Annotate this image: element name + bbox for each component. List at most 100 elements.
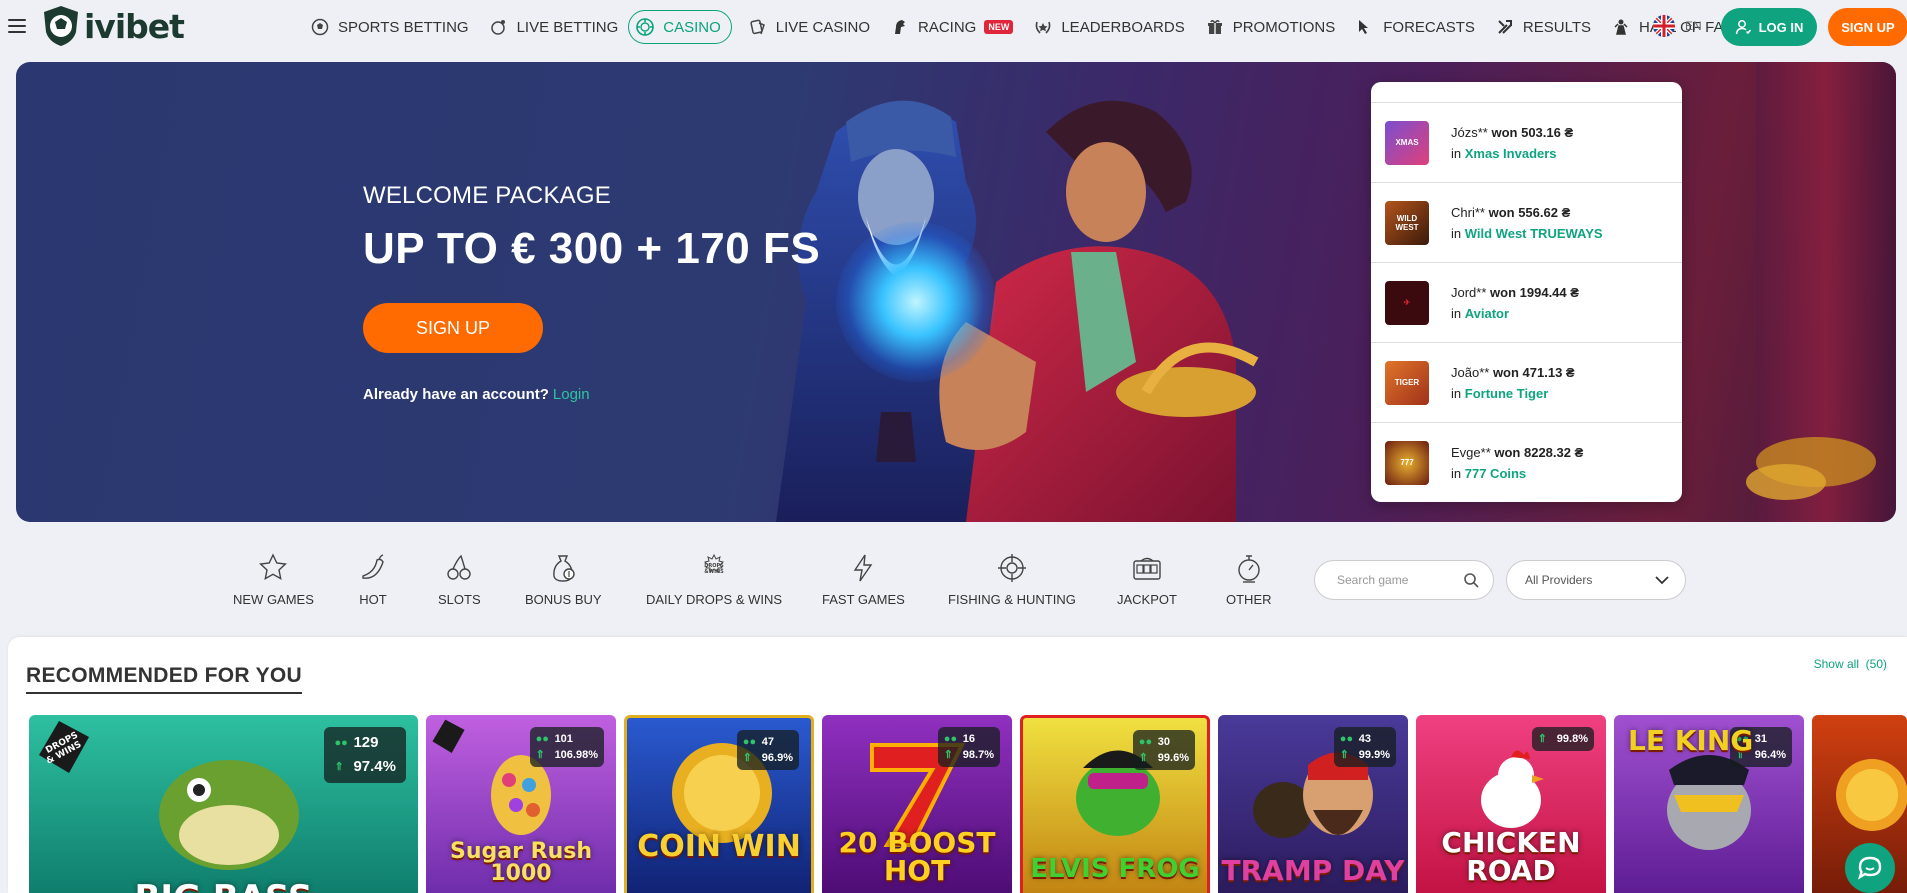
live-ball-icon: [489, 17, 509, 37]
winner-row[interactable]: WILD WEST Chri** won 556.62 ₴ in Wild Wes…: [1371, 182, 1682, 262]
winner-amount: won 1994.44 ₴: [1490, 284, 1579, 300]
nav-label: PROMOTIONS: [1232, 18, 1336, 36]
winner-game-thumb: ✈: [1385, 280, 1429, 325]
category-jackpot[interactable]: JACKPOT: [1117, 552, 1177, 607]
winner-game[interactable]: Wild West TRUEWAYS: [1465, 226, 1603, 241]
game-tile[interactable]: ●● 47 ⇑ 96.9% COIN WIN: [624, 715, 814, 893]
new-badge: NEW: [984, 20, 1014, 34]
rtp-value: 99.8%: [1556, 733, 1588, 745]
winner-amount: won 556.62 ₴: [1488, 204, 1571, 220]
winner-game-thumb: WILD WEST: [1385, 200, 1429, 245]
winner-row[interactable]: ✈ Jord** won 1994.44 ₴ in Aviator: [1371, 262, 1682, 342]
logo-shield-icon: [44, 6, 78, 46]
hero-headline: UP TO € 300 + 170 FS: [363, 224, 821, 273]
category-label: FAST GAMES: [822, 592, 905, 607]
game-tile[interactable]: ●● 101 ⇑ 106.98% Sugar Rush 1000: [426, 715, 616, 893]
login-button[interactable]: LOG IN: [1721, 8, 1817, 46]
nav-casino[interactable]: CASINO: [628, 10, 732, 44]
game-title: TRAMP DAY: [1221, 854, 1405, 887]
players-count: 47: [761, 736, 775, 748]
gift-icon: [1205, 17, 1225, 37]
nav-forecasts[interactable]: FORECASTS: [1345, 10, 1485, 44]
category-label: BONUS BUY: [525, 592, 602, 607]
winner-text: João** won 471.13 ₴ in Fortune Tiger: [1451, 362, 1575, 404]
user-icon: [1735, 20, 1751, 35]
winner-row[interactable]: 777 Evge** won 8228.32 ₴ in 777 Coins: [1371, 422, 1682, 502]
category-label: NEW GAMES: [233, 592, 314, 607]
category-bonus-buy[interactable]: BONUS BUY: [525, 552, 602, 607]
signup-label: SIGN UP: [1841, 19, 1895, 35]
winner-game[interactable]: Fortune Tiger: [1465, 386, 1549, 401]
game-title: COIN WIN: [637, 829, 801, 864]
money-bag-icon: [553, 555, 575, 582]
laurel-icon: [1033, 17, 1053, 37]
game-stats: ●● 101 ⇑ 106.98%: [529, 727, 604, 767]
game-stats: ●● 30 ⇑ 99.6%: [1132, 730, 1195, 770]
nav-label: LEADERBOARDS: [1061, 18, 1185, 36]
category-fishing-hunting[interactable]: FISHING & HUNTING: [948, 552, 1076, 607]
providers-select[interactable]: All Providers: [1506, 560, 1686, 600]
logo-text: ivibet: [84, 6, 185, 46]
category-daily-drops-wins[interactable]: DROPS &WINS DAILY DROPS & WINS: [646, 552, 782, 607]
nav-results[interactable]: RESULTS: [1485, 10, 1601, 44]
uk-flag-icon: [1653, 15, 1675, 37]
providers-value: All Providers: [1525, 573, 1593, 587]
game-tile[interactable]: ●● 31 ⇑ 96.4% LE KING: [1614, 715, 1804, 893]
rtp-value: 96.9%: [761, 752, 793, 764]
search-game-field[interactable]: Search game: [1314, 560, 1494, 600]
players-icon: ●●: [1138, 736, 1153, 748]
show-all-link[interactable]: Show all (50): [1814, 657, 1887, 671]
winner-game[interactable]: Xmas Invaders: [1465, 146, 1557, 161]
winner-in: in: [1451, 465, 1462, 481]
live-chat-button[interactable]: [1845, 843, 1895, 893]
category-hot[interactable]: HOT: [357, 552, 389, 607]
nav-live-casino[interactable]: LIVE CASINO: [738, 10, 880, 44]
category-fast-games[interactable]: FAST GAMES: [822, 552, 905, 607]
nav-promotions[interactable]: PROMOTIONS: [1195, 10, 1346, 44]
rtp-icon: ⇑: [1537, 733, 1548, 745]
crosshair-icon: [997, 554, 1026, 582]
chevron-down-icon: [1655, 576, 1669, 585]
game-tile[interactable]: ●● 16 ⇑ 98.7% 20 BOOST HOT: [822, 715, 1012, 893]
players-count: 30: [1157, 736, 1171, 748]
category-label: HOT: [359, 592, 387, 607]
menu-icon[interactable]: [8, 19, 26, 33]
nav-label: LIVE BETTING: [516, 18, 619, 36]
game-tile[interactable]: DROPS& WINS ●● 129 ⇑ 97.4% BIG BASS: [29, 715, 418, 893]
search-icon[interactable]: [1463, 572, 1479, 588]
winner-row[interactable]: TIGER João** won 471.13 ₴ in Fortune Tig…: [1371, 342, 1682, 422]
category-label: JACKPOT: [1117, 592, 1177, 607]
winner-game[interactable]: 777 Coins: [1465, 466, 1526, 481]
nav-sports-betting[interactable]: SPORTS BETTING: [300, 10, 479, 44]
game-tile[interactable]: ●● 30 ⇑ 99.6% ELVIS FROG: [1020, 715, 1210, 893]
winner-row[interactable]: XMAS Józs** won 503.16 ₴ in Xmas Invader…: [1371, 102, 1682, 182]
game-tile[interactable]: ●● 43 ⇑ 99.9% TRAMP DAY: [1218, 715, 1408, 893]
drops-wins-icon: DROPS&WINS: [704, 553, 724, 575]
account-question: Already have an account?: [363, 386, 549, 403]
category-other[interactable]: OTHER: [1226, 552, 1272, 607]
winner-text: Józs** won 503.16 ₴ in Xmas Invaders: [1451, 122, 1573, 164]
nav-live-betting[interactable]: LIVE BETTING: [479, 10, 629, 44]
rtp-value: 97.4%: [353, 758, 396, 775]
hero-signup-button[interactable]: SIGN UP: [363, 303, 543, 353]
rtp-icon: ⇑: [742, 752, 753, 764]
language-selector[interactable]: EN: [1653, 15, 1702, 37]
signup-button[interactable]: SIGN UP: [1828, 8, 1907, 46]
winner-amount: won 503.16 ₴: [1491, 124, 1574, 140]
hero-login-link[interactable]: Login: [553, 386, 590, 403]
nav-leaderboards[interactable]: LEADERBOARDS: [1023, 10, 1194, 44]
game-tile[interactable]: ⇑ 99.8% CHICKEN ROAD: [1416, 715, 1606, 893]
winner-amount: won 8228.32 ₴: [1494, 444, 1584, 460]
nav-racing[interactable]: RACING NEW: [880, 10, 1023, 44]
winner-game[interactable]: Aviator: [1465, 306, 1509, 321]
nav-label: RACING: [918, 18, 977, 36]
players-count: 129: [353, 734, 379, 751]
category-new-games[interactable]: NEW GAMES: [233, 552, 314, 607]
brand-logo[interactable]: ivibet: [40, 4, 185, 48]
nav-label: FORECASTS: [1383, 18, 1475, 36]
cursor-icon: [1355, 17, 1375, 37]
winner-text: Jord** won 1994.44 ₴ in Aviator: [1451, 282, 1579, 324]
star-icon: [259, 553, 288, 580]
rtp-value: 106.98%: [554, 749, 598, 761]
category-slots[interactable]: SLOTS: [438, 552, 481, 607]
